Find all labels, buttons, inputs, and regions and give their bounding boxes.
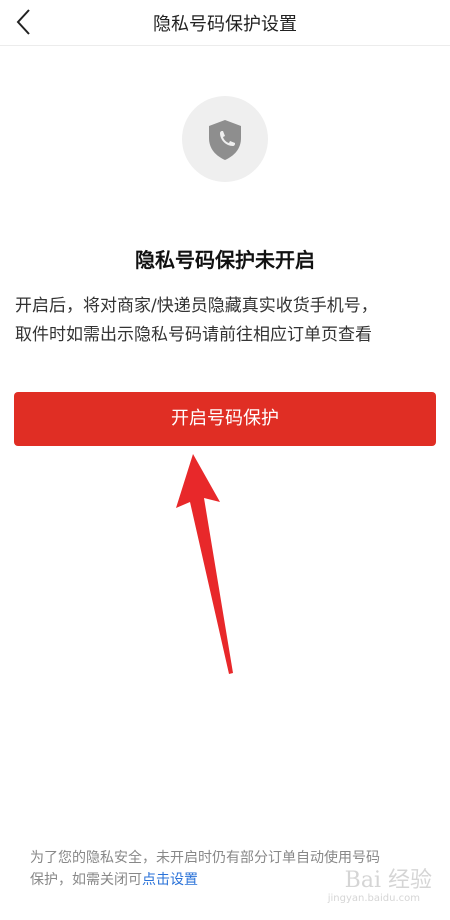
red-arrow-annotation [170, 452, 250, 686]
enable-protection-button[interactable]: 开启号码保护 [14, 392, 436, 446]
navigation-bar: 隐私号码保护设置 [0, 0, 450, 46]
status-description-line-1: 开启后，将对商家/快递员隐藏真实收货手机号， [15, 296, 378, 316]
status-description-line-2: 取件时如需出示隐私号码请前往相应订单页查看 [15, 325, 372, 345]
baidu-watermark: Bai 经验 [344, 868, 432, 893]
baidu-watermark-url: jingyan.baidu.com [327, 893, 420, 904]
page-title: 隐私号码保护设置 [153, 14, 297, 35]
footer-note-text: 保护，如需关闭可 [30, 872, 142, 888]
status-heading: 隐私号码保护未开启 [135, 248, 315, 272]
shield-phone-icon [182, 96, 268, 182]
settings-link[interactable]: 点击设置 [142, 872, 198, 888]
